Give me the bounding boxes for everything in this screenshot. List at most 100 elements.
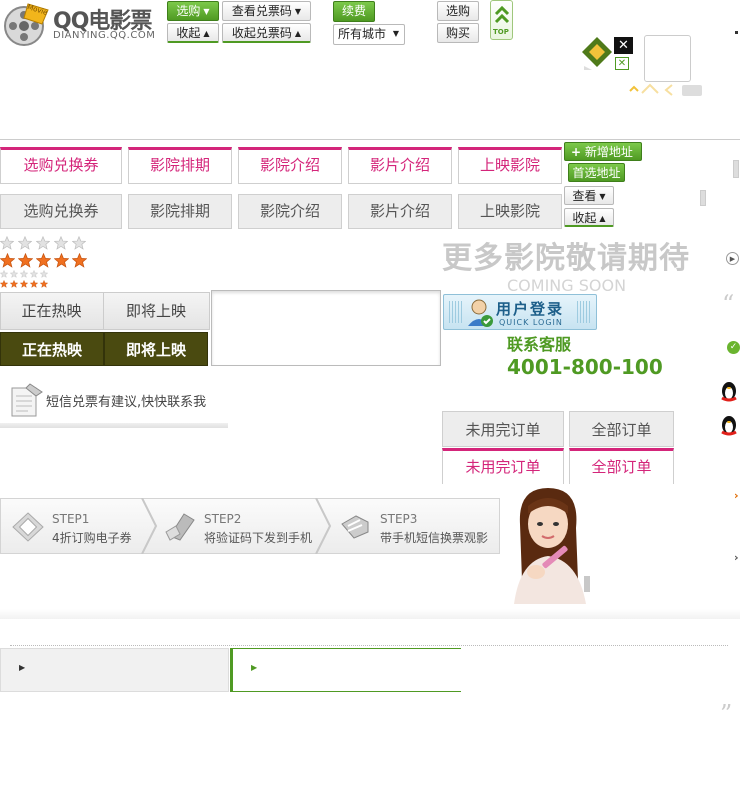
chevron-right-icon-gray[interactable]: › [734,551,739,564]
service-phone[interactable]: 4001-800-100 [507,355,663,379]
view-codes-label: 查看兑票码 [231,4,292,18]
caret-down-icon: ▼ [294,6,302,16]
tab-buy-voucher[interactable]: 选购兑换券 [0,147,122,184]
hand-ticket-icon [341,515,369,539]
preferred-address-label: 首选地址 [572,166,621,180]
preferred-address-button[interactable]: 首选地址 [568,163,625,182]
address-collapse-label: 收起 [572,211,597,225]
tab-cinema-intro-alt[interactable]: 影院介绍 [238,194,342,229]
step3-desc: 带手机短信换票观影 [380,531,489,545]
notepad-icon [11,383,43,417]
tab-showing-cinemas[interactable]: 上映影院 [458,147,562,184]
rating-gray-stars [0,236,90,252]
tab-movie-intro-alt[interactable]: 影片介绍 [348,194,452,229]
city-select-value: 所有城市 [338,27,387,41]
add-address-button[interactable]: + 新增地址 [564,142,642,161]
close-small-icon[interactable]: ✕ [615,57,629,70]
movie-list-panel [211,290,441,366]
scrollbar-thumb-secondary[interactable] [700,190,706,206]
all-orders-tab-active[interactable]: 全部订单 [569,448,674,484]
tab-label: 选购兑换券 [23,156,99,174]
feedback-link[interactable]: 短信兑票有建议,快快联系我 [46,391,206,410]
login-dotted-right [577,301,591,323]
header-divider [0,139,740,140]
star-icon [0,280,8,288]
star-icon [18,236,32,250]
address-collapse-button[interactable]: 收起 ▲ [564,208,614,227]
star-icon [10,270,18,278]
rating-small-gray-stars [0,270,60,280]
star-icon [20,280,28,288]
next-circle-icon[interactable]: ▶ [726,252,739,265]
gray-band [0,609,740,619]
tab-label: 影院介绍 [259,156,320,174]
star-icon [72,253,87,268]
diamond-logo-icon [582,37,612,70]
qq-penguin-icon[interactable] [719,380,739,402]
tab-label: 影院介绍 [259,202,320,220]
login-label: 用户登录 [496,300,565,318]
back-to-top-button[interactable]: TOP [490,0,513,40]
star-icon [36,236,50,250]
tab-cinema-schedule-alt[interactable]: 影院排期 [128,194,232,229]
select-button[interactable]: 选购 ▼ [167,1,219,21]
dotted-divider [10,645,728,646]
qq-penguin-icon-alt[interactable] [719,414,739,438]
all-orders-tab[interactable]: 全部订单 [569,411,674,447]
tab-buy-voucher-alt[interactable]: 选购兑换券 [0,194,122,229]
model-photo [500,484,600,604]
unused-orders-label: 未用完订单 [465,421,541,439]
user-avatar-icon [468,299,493,327]
tab-now-showing[interactable]: 正在热映 [0,292,104,330]
collapsed-panel-right[interactable]: ▶ [230,648,461,692]
step2-desc: 将验证码下发到手机 [204,531,313,545]
view-codes-button[interactable]: 查看兑票码 ▼ [222,1,311,21]
star-icon [72,236,86,250]
view-button-label: 查看 [572,189,597,203]
caret-down-icon: ▼ [203,6,210,16]
expand-arrow-icon: ▶ [19,663,26,672]
login-button[interactable]: 用户登录 QUICK LOGIN [443,294,597,330]
tab-now-showing-active-label: 正在热映 [21,341,82,359]
tab-coming-soon-active-label: 即将上映 [125,341,186,359]
login-sublabel: QUICK LOGIN [499,318,563,327]
tab-cinema-schedule[interactable]: 影院排期 [128,147,232,184]
buy-button[interactable]: 购买 [437,23,479,43]
tab-coming-soon-active[interactable]: 即将上映 [104,332,208,366]
arrow-controls-icon [629,83,702,96]
collapse-codes-button[interactable]: 收起兑票码 ▲ [222,23,311,43]
tab-label: 影院排期 [149,156,210,174]
view-button[interactable]: 查看 ▼ [564,186,614,205]
unused-orders-tab-active[interactable]: 未用完订单 [442,448,564,484]
tab-label: 影院排期 [149,202,210,220]
collapse-button[interactable]: 收起 ▲ [167,23,219,43]
scrollbar-thumb[interactable] [733,160,739,178]
tab-cinema-intro[interactable]: 影院介绍 [238,147,342,184]
brand-domain: DIANYING.QQ.COM [53,30,156,41]
expand-arrow-icon: ▶ [251,663,258,672]
quote-open-icon: “ [722,290,735,318]
tab-movie-intro[interactable]: 影片介绍 [348,147,452,184]
tab-coming-soon-label: 即将上映 [125,302,186,320]
login-dotted-left [449,301,463,323]
collapsed-panel-left[interactable]: ▶ [0,648,229,692]
close-icon[interactable]: ✕ [614,37,633,54]
promo-subline: COMING SOON [507,276,627,295]
caret-up-icon: ▲ [294,28,302,38]
select-secondary-button[interactable]: 选购 [437,1,479,21]
brand-logo[interactable]: Movie QQ电影票 DIANYING.QQ.COM [0,0,160,48]
renew-button[interactable]: 续费 [333,1,375,22]
star-icon [20,270,28,278]
rating-small-orange-stars [0,280,60,290]
city-select[interactable]: 所有城市 ▼ [333,24,405,45]
select-button-label: 选购 [176,4,201,18]
chevron-right-icon[interactable]: › [734,489,739,502]
star-icon [0,270,8,278]
preview-box [644,35,691,82]
renew-label: 续费 [341,4,366,18]
tab-now-showing-active[interactable]: 正在热映 [0,332,104,366]
tab-showing-cinemas-alt[interactable]: 上映影院 [458,194,562,229]
tab-coming-soon[interactable]: 即将上映 [104,292,208,330]
unused-orders-tab[interactable]: 未用完订单 [442,411,564,447]
caret-up-icon: ▲ [203,28,210,38]
